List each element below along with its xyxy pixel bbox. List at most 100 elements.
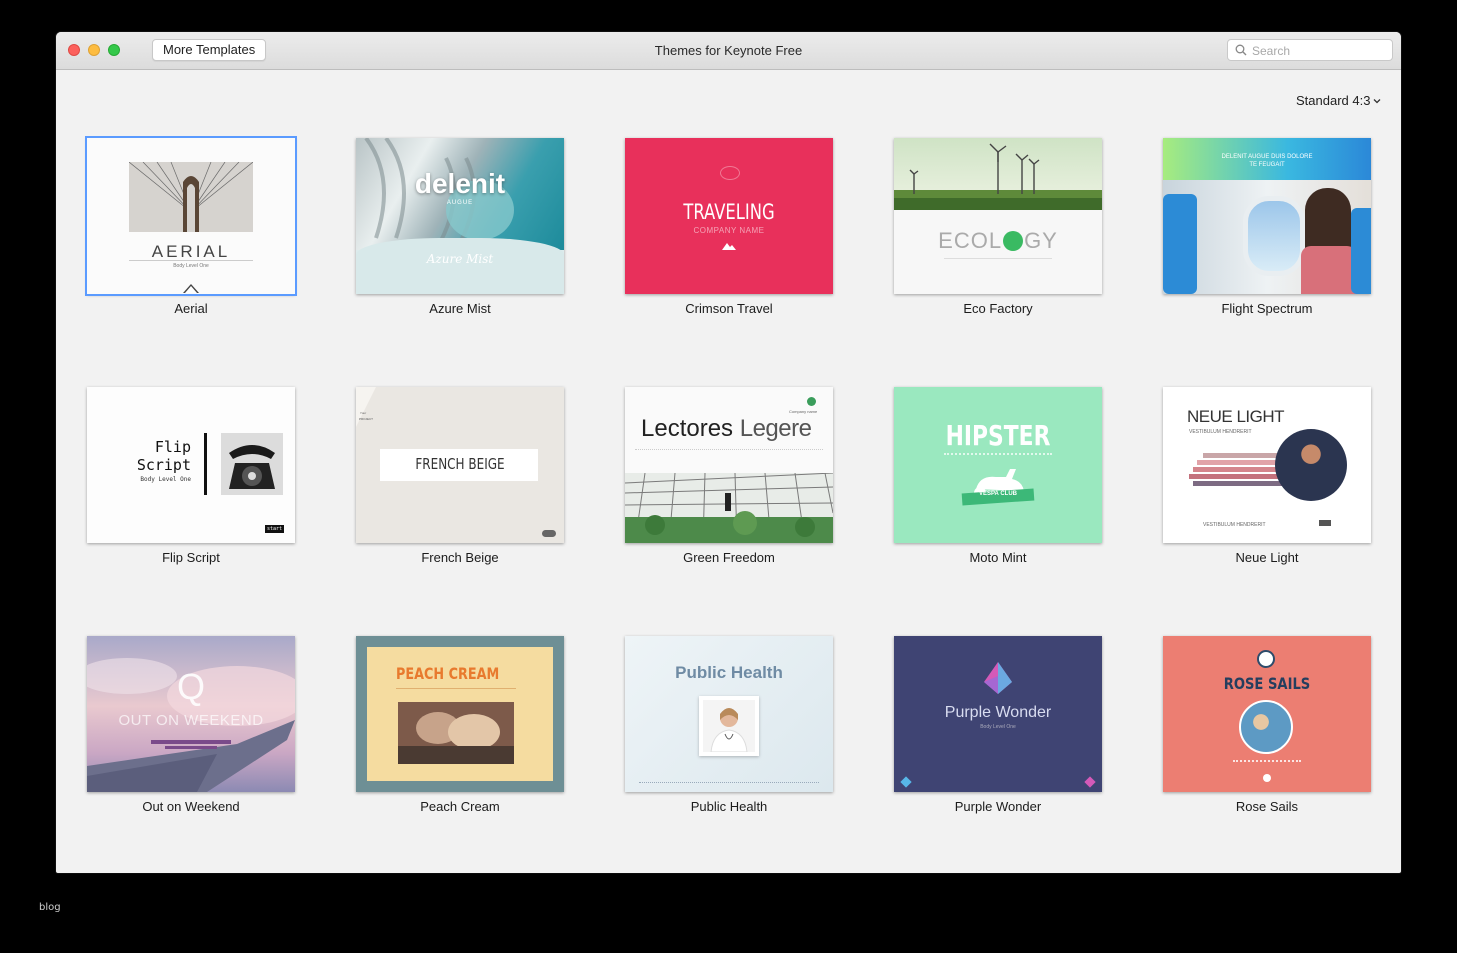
thumb-subtitle: Body Level One [140, 476, 191, 483]
thumb-line-1: DELENIT AUGUE DUIS DOLORE [1221, 154, 1313, 160]
slide-size-label: Standard 4:3 [1296, 93, 1371, 108]
theme-name: French Beige [421, 550, 499, 565]
thumb-subtitle: Body Level One [173, 263, 209, 269]
bar-1 [1203, 453, 1283, 458]
theme-name: Flight Spectrum [1221, 301, 1313, 316]
theme-name: Peach Cream [420, 799, 500, 814]
search-icon [1235, 44, 1247, 56]
globe-icon [720, 166, 740, 180]
theme-name: Azure Mist [429, 301, 491, 316]
theme-thumbnail[interactable]: Your PROJECT FRENCH BEIGE [356, 387, 564, 543]
airplane-seat [1163, 194, 1197, 294]
thumb-title-part-a: Lectores [641, 415, 734, 442]
building-photo [625, 473, 833, 543]
thumb-subtitle: VESTIBULUM HENDRERIT [1189, 429, 1252, 435]
leaf-icon [1003, 231, 1024, 251]
thumb-line-2: TE FEUGAIT [1249, 162, 1285, 168]
divider [639, 782, 819, 783]
theme-thumbnail[interactable]: TRAVELING COMPANY NAME [625, 138, 833, 294]
thumb-title: Flip Script [107, 438, 191, 474]
thumb-title: delenit [414, 168, 506, 199]
thumb-title: NEUE LIGHT [1187, 407, 1285, 426]
arrow-badge-icon [542, 530, 556, 537]
thumb-title: AERIAL [151, 242, 231, 261]
theme-chooser-window: More Templates Themes for Keynote Free S… [56, 32, 1401, 873]
search-input[interactable] [1250, 42, 1390, 60]
corner-text-2: PROJECT [359, 417, 374, 421]
theme-name: Neue Light [1235, 550, 1299, 565]
search-field[interactable] [1227, 39, 1393, 61]
theme-name: Green Freedom [683, 550, 775, 565]
theme-thumbnail[interactable]: Q OUT ON WEEKEND [87, 636, 295, 792]
airplane-seat [1351, 208, 1371, 294]
theme-name: Crimson Travel [685, 301, 773, 316]
mist-panel [356, 238, 564, 294]
couple-photo [398, 702, 514, 764]
thumb-title-line-1: Flip [154, 438, 191, 456]
selection-caret-icon [183, 284, 199, 293]
thumb-title: PEACH CREAM [396, 664, 500, 683]
thumb-title: Public Health [675, 663, 783, 682]
theme-name: Rose Sails [1235, 799, 1299, 814]
wind-farm-photo [894, 138, 1102, 210]
divider [204, 433, 207, 495]
passenger-dress [1301, 246, 1357, 294]
divider [635, 449, 823, 450]
anchor-icon [1257, 650, 1275, 668]
theme-thumbnail[interactable]: ECOL GY [894, 138, 1102, 294]
chevron-down-icon [1373, 98, 1381, 103]
theme-name: Eco Factory [963, 301, 1033, 316]
footer-logo-icon [1084, 776, 1096, 788]
thumb-title: OUT ON WEEKEND [118, 712, 264, 729]
theme-thumbnail[interactable]: Purple Wonder Body Level One [894, 636, 1102, 792]
title-bar: More Templates Themes for Keynote Free [56, 32, 1401, 70]
divider [129, 260, 253, 261]
divider [1233, 760, 1301, 762]
theme-thumbnail[interactable]: ROSE SAILS [1163, 636, 1371, 792]
thumb-title-line-2: Script [136, 456, 191, 474]
logo-icon [807, 397, 816, 406]
mountain-icon [722, 243, 736, 250]
corner-text-1: Your [360, 411, 367, 415]
thumb-subtitle: COMPANY NAME [693, 226, 765, 235]
theme-name: Purple Wonder [954, 799, 1042, 814]
club-badge-label: VESPA CLUB [978, 491, 1017, 497]
theme-thumbnail[interactable]: Public Health [625, 636, 833, 792]
theme-thumbnail[interactable]: Company name Lectores Legere [625, 387, 833, 543]
theme-name: Out on Weekend [142, 799, 240, 814]
bar-5 [1193, 481, 1289, 486]
theme-thumbnail[interactable]: PEACH CREAM [356, 636, 564, 792]
bridge-photo [129, 162, 253, 232]
theme-thumbnail[interactable]: AERIAL Body Level One [87, 138, 295, 294]
thumb-title-part-b: GY [1024, 228, 1058, 253]
watermark-text: blog [39, 902, 61, 913]
couple-photo [1239, 700, 1293, 754]
airplane-window [1243, 196, 1305, 276]
thumb-letter: Q [176, 666, 205, 707]
thumb-title: TRAVELING [683, 200, 775, 224]
theme-name: Moto Mint [969, 550, 1027, 565]
thumb-footer: VESTIBULUM HENDRERIT [1203, 522, 1266, 528]
corner-flag [356, 387, 376, 427]
doctor-photo [703, 700, 755, 752]
thumb-title: ROSE SAILS [1223, 674, 1311, 693]
theme-thumbnail[interactable]: DELENIT AUGUE DUIS DOLORE TE FEUGAIT [1163, 138, 1371, 294]
theme-thumbnail[interactable]: HIPSTER VESPA CLUB [894, 387, 1102, 543]
caption-band [165, 746, 217, 749]
thumb-tag: AUGUE [446, 200, 474, 206]
thumb-script: Azure Mist [426, 252, 494, 266]
theme-thumbnail[interactable]: NEUE LIGHT VESTIBULUM HENDRERIT VESTIBUL… [1163, 387, 1371, 543]
thumb-subtitle: Body Level One [980, 724, 1016, 730]
thumb-title: ECOL GY [894, 228, 1102, 254]
thumb-title: HIPSTER [945, 419, 1051, 452]
thumb-title: Purple Wonder [944, 704, 1052, 721]
slide-size-selector[interactable]: Standard 4:3 [1296, 93, 1381, 108]
theme-thumbnail[interactable]: Flip Script Body Level One start [87, 387, 295, 543]
window-title: Themes for Keynote Free [654, 43, 803, 58]
theme-name: Flip Script [162, 550, 220, 565]
theme-thumbnail[interactable]: delenit AUGUE Azure Mist [356, 138, 564, 294]
thumb-title-part-b: Legere [739, 415, 812, 442]
thumb-title: Lectores Legere [641, 415, 812, 443]
footer-logo-icon [900, 776, 912, 788]
divider [944, 258, 1052, 259]
